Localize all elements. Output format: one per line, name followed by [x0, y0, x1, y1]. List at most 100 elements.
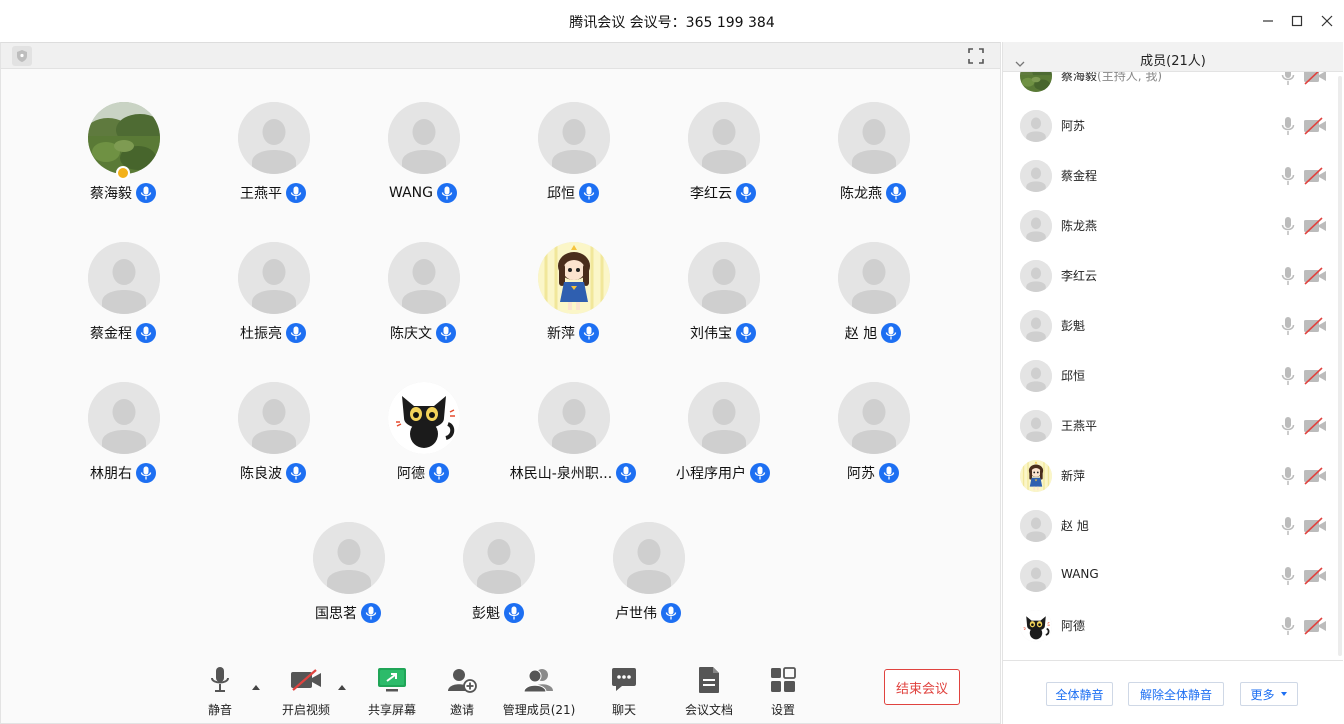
member-mic-icon[interactable]	[1281, 366, 1295, 390]
member-row[interactable]: 陈龙燕	[1003, 201, 1331, 251]
manage-members-button[interactable]: 管理成员(21)	[503, 664, 575, 720]
member-camera-icon[interactable]	[1303, 517, 1327, 539]
unmute-all-button[interactable]: 解除全体静音	[1128, 682, 1224, 706]
member-row[interactable]: 新萍	[1003, 451, 1331, 501]
member-row[interactable]: 王燕平	[1003, 401, 1331, 451]
member-row[interactable]: 邱恒	[1003, 351, 1331, 401]
member-mic-icon[interactable]	[1281, 316, 1295, 340]
member-row[interactable]: 赵 旭	[1003, 501, 1331, 551]
participant-tile[interactable]: 陈良波	[198, 382, 348, 492]
member-row[interactable]: 阿苏	[1003, 101, 1331, 151]
member-camera-icon[interactable]	[1303, 117, 1327, 139]
member-mic-icon[interactable]	[1281, 166, 1295, 190]
microphone-icon	[890, 186, 902, 200]
members-scrollbar[interactable]	[1338, 76, 1342, 656]
participant-tile[interactable]: 彭魁	[423, 522, 573, 632]
participant-tile[interactable]: 卢世伟	[573, 522, 723, 632]
chat-button[interactable]: 聊天	[604, 664, 644, 720]
member-mic-icon[interactable]	[1281, 566, 1295, 590]
participant-name: 李红云	[690, 186, 732, 202]
camera-off-icon	[1304, 72, 1326, 85]
mic-status-icon	[436, 323, 456, 343]
participant-tile[interactable]: 阿德	[348, 382, 498, 492]
member-mic-icon[interactable]	[1281, 216, 1295, 240]
participant-tile[interactable]: 杜振亮	[198, 242, 348, 352]
participant-tile[interactable]: 阿苏	[798, 382, 948, 492]
participant-tile[interactable]: 小程序用户	[648, 382, 798, 492]
participant-tile[interactable]: 赵 旭	[798, 242, 948, 352]
fullscreen-icon[interactable]	[967, 47, 985, 65]
participant-name: 彭魁	[472, 606, 500, 622]
member-camera-icon[interactable]	[1303, 217, 1327, 239]
mic-status-icon	[616, 463, 637, 483]
participant-tile[interactable]: 蔡金程	[48, 242, 198, 352]
participant-tile[interactable]: 国思茗	[273, 522, 423, 632]
audio-options-caret-icon[interactable]	[251, 676, 261, 690]
mic-status-icon	[361, 603, 381, 623]
member-row[interactable]: 蔡金程	[1003, 151, 1331, 201]
microphone-icon	[290, 466, 302, 480]
mute-all-button[interactable]: 全体静音	[1046, 682, 1113, 706]
participant-tile[interactable]: 陈庆文	[348, 242, 498, 352]
microphone-icon	[621, 466, 632, 480]
member-row[interactable]: 李红云	[1003, 251, 1331, 301]
member-mic-icon[interactable]	[1281, 416, 1295, 440]
member-row[interactable]: 阿德	[1003, 601, 1331, 651]
member-camera-icon[interactable]	[1303, 567, 1327, 589]
participant-name: 国思茗	[315, 606, 357, 622]
end-meeting-button[interactable]: 结束会议	[884, 669, 960, 705]
member-mic-icon[interactable]	[1281, 72, 1295, 90]
meeting-docs-button[interactable]: 会议文档	[683, 664, 735, 720]
member-camera-icon[interactable]	[1303, 72, 1327, 89]
member-mic-icon[interactable]	[1281, 466, 1295, 490]
member-camera-icon[interactable]	[1303, 317, 1327, 339]
participant-name: 阿苏	[847, 466, 875, 482]
security-shield-icon[interactable]	[12, 46, 32, 66]
participant-name-row: 陈良波	[198, 462, 348, 484]
minimize-button[interactable]	[1257, 10, 1279, 32]
start-video-button[interactable]: 开启视频	[277, 664, 335, 720]
share-screen-button[interactable]: 共享屏幕	[366, 664, 418, 720]
members-panel-header: 成员(21人)	[1003, 42, 1343, 72]
participant-tile[interactable]: 林民山-泉州职...	[498, 382, 648, 492]
member-mic-icon[interactable]	[1281, 266, 1295, 290]
participant-tile[interactable]: WANG	[348, 102, 498, 212]
member-camera-icon[interactable]	[1303, 617, 1327, 639]
participant-tile[interactable]: 陈龙燕	[798, 102, 948, 212]
participant-tile[interactable]: 新萍	[498, 242, 648, 352]
more-button[interactable]: 更多	[1240, 682, 1298, 706]
avatar	[238, 242, 310, 314]
microphone-icon	[140, 466, 152, 480]
participant-tile[interactable]: 王燕平	[198, 102, 348, 212]
member-row[interactable]: 彭魁	[1003, 301, 1331, 351]
participant-name: 邱恒	[547, 186, 575, 202]
mute-button[interactable]: 静音	[199, 664, 241, 720]
member-camera-icon[interactable]	[1303, 267, 1327, 289]
close-button[interactable]	[1316, 10, 1338, 32]
participant-tile[interactable]: 蔡海毅	[48, 102, 198, 212]
participant-tile[interactable]: 刘伟宝	[648, 242, 798, 352]
member-mic-icon[interactable]	[1281, 516, 1295, 540]
host-badge-icon	[116, 166, 130, 180]
dropdown-caret-icon	[1280, 692, 1287, 696]
participant-tile[interactable]: 李红云	[648, 102, 798, 212]
video-options-caret-icon[interactable]	[337, 676, 347, 690]
member-camera-icon[interactable]	[1303, 417, 1327, 439]
invite-label: 邀请	[449, 703, 474, 717]
member-row[interactable]: WANG	[1003, 551, 1331, 601]
member-mic-icon[interactable]	[1281, 116, 1295, 140]
member-camera-icon[interactable]	[1303, 467, 1327, 489]
participant-tile[interactable]: 邱恒	[498, 102, 648, 212]
settings-button[interactable]: 设置	[763, 664, 803, 720]
member-mic-icon[interactable]	[1281, 616, 1295, 640]
avatar	[313, 522, 385, 594]
participant-name: 林朋右	[90, 466, 132, 482]
camera-off-icon	[1304, 517, 1326, 535]
member-camera-icon[interactable]	[1303, 367, 1327, 389]
camera-off-icon	[1304, 217, 1326, 235]
member-camera-icon[interactable]	[1303, 167, 1327, 189]
participant-tile[interactable]: 林朋右	[48, 382, 198, 492]
member-row[interactable]: 蔡海毅(主持人, 我)	[1003, 72, 1331, 101]
invite-button[interactable]: 邀请	[442, 664, 482, 720]
maximize-button[interactable]	[1286, 10, 1308, 32]
